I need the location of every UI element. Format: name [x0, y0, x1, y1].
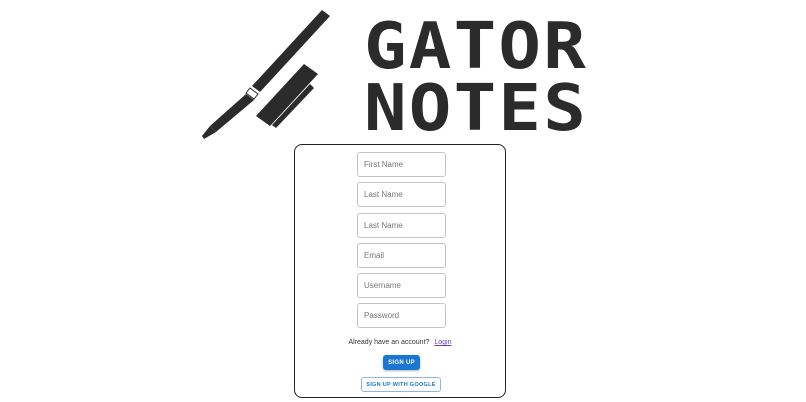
gator-notes-logo: GATOR NOTES	[198, 6, 590, 140]
account-prompt-text: Already have an account?	[348, 339, 430, 346]
sign-up-with-google-button[interactable]: SIGN UP WITH GOOGLE	[361, 377, 441, 392]
last-name-input-2[interactable]	[357, 213, 446, 238]
pen-icon	[202, 10, 330, 139]
username-input[interactable]	[357, 273, 446, 298]
logo-text-line2: NOTES	[364, 72, 588, 140]
login-link[interactable]: Login	[434, 339, 451, 346]
signup-page: GATOR NOTES Already have an account? Log…	[0, 0, 806, 402]
sign-up-button[interactable]: SIGN UP	[383, 355, 420, 370]
password-input[interactable]	[357, 303, 446, 328]
email-input[interactable]	[357, 243, 446, 268]
logo-graphic: GATOR NOTES	[202, 10, 588, 140]
last-name-input[interactable]	[357, 182, 446, 207]
signup-form-card: Already have an account? Login SIGN UP S…	[294, 144, 506, 398]
account-prompt-line: Already have an account? Login	[295, 339, 505, 346]
first-name-input[interactable]	[357, 152, 446, 177]
